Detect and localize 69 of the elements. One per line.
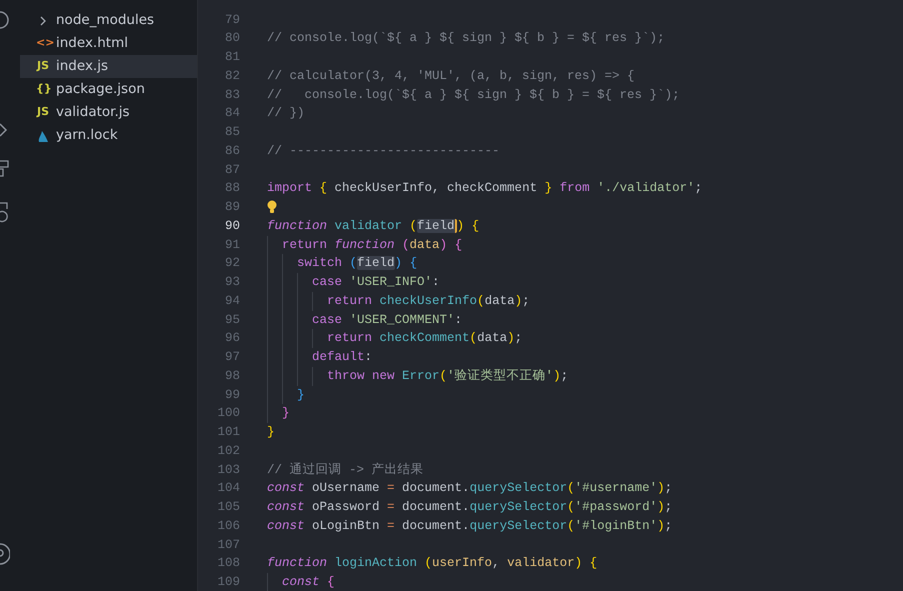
code-line: return function (data) { <box>267 236 462 254</box>
file-name: validator.js <box>56 103 130 122</box>
line-number: 80 <box>224 30 240 48</box>
file-icon <box>36 128 50 142</box>
code-line: function loginAction (userInfo, validator) { <box>267 555 598 572</box>
code-line: // calculator(3, 4, 'MUL', (a, b, sign, res) => { <box>267 68 635 85</box>
line-number: 91 <box>224 236 240 254</box>
code-line: switch (field) { <box>267 254 418 273</box>
line-number: 107 <box>216 536 240 554</box>
account-icon[interactable] <box>0 542 10 566</box>
file-type-icon: JS <box>36 58 50 75</box>
line-number: 82 <box>224 68 240 85</box>
code-line: const oPassword = document.querySelector('#password'); <box>267 499 672 516</box>
line-number: 94 <box>224 292 240 310</box>
line-number: 105 <box>216 499 240 516</box>
code-line: const oLoginBtn = document.querySelector('#loginBtn'); <box>267 518 672 535</box>
line-number: 109 <box>216 574 240 591</box>
line-number: 93 <box>224 274 240 291</box>
line-number: 103 <box>216 462 240 478</box>
code-line: throw new Error('验证类型不正确'); <box>267 366 568 386</box>
code-line: // ---------------------------- <box>267 142 500 160</box>
line-number: 102 <box>216 442 240 460</box>
code-line: case 'USER_INFO': <box>267 273 440 292</box>
lightbulb-icon[interactable] <box>267 200 277 214</box>
line-number: 100 <box>216 405 240 422</box>
code-line: default: <box>267 348 372 367</box>
file-type-icon: {} <box>36 81 50 98</box>
code-line: // 通过回调 -> 产出结果 <box>267 462 424 478</box>
file-name: index.js <box>56 57 108 76</box>
line-number: 97 <box>224 349 240 366</box>
code-line: // console.log(`${ a } ${ sign } ${ b } = ${ res }`); <box>267 86 680 104</box>
file-type-icon: JS <box>36 104 50 121</box>
code-line: } <box>267 404 290 423</box>
file-name: node_modules <box>56 11 154 30</box>
line-number: 108 <box>216 555 240 572</box>
line-number: 92 <box>224 255 240 272</box>
file-name: yarn.lock <box>56 126 118 146</box>
line-number: 101 <box>216 424 240 441</box>
line-number: 83 <box>224 86 240 104</box>
chevron-icon[interactable] <box>0 122 8 138</box>
code-line: const oUsername = document.querySelector('#username'); <box>267 480 672 498</box>
line-number: 96 <box>224 330 240 348</box>
code-line: return checkUserInfo(data); <box>267 292 530 310</box>
line-number: 95 <box>224 312 240 328</box>
code-line: function validator (field ) { <box>267 218 480 235</box>
line-number: 87 <box>224 162 240 178</box>
code-line: // console.log(`${ a } ${ sign } ${ b } = ${ res }`); <box>267 30 665 48</box>
line-number: 89 <box>224 199 240 216</box>
line-number: 90 <box>224 218 240 235</box>
line-number: 85 <box>224 124 240 141</box>
line-number: 86 <box>224 142 240 160</box>
code-line: // }) <box>267 105 305 122</box>
selected-row[interactable]: JS index.js <box>20 55 197 78</box>
code-line: case 'USER_COMMENT': <box>267 310 462 330</box>
line-number: 84 <box>224 105 240 122</box>
file-name: index.html <box>56 34 128 54</box>
line-number: 79 <box>224 12 240 28</box>
code-line: } <box>267 386 305 404</box>
line-number: 106 <box>216 518 240 535</box>
line-number: 81 <box>224 49 240 66</box>
code-line: } <box>267 424 275 441</box>
line-number: 98 <box>224 368 240 385</box>
code-line: import { checkUserInfo, checkComment } from './validator'; <box>267 180 702 198</box>
line-number: 104 <box>216 480 240 498</box>
line-number: 88 <box>224 180 240 198</box>
line-number: 99 <box>224 386 240 404</box>
file-name: package.json <box>56 80 145 100</box>
code-line: return checkComment(data); <box>267 329 522 348</box>
code-line: const { <box>267 573 335 591</box>
